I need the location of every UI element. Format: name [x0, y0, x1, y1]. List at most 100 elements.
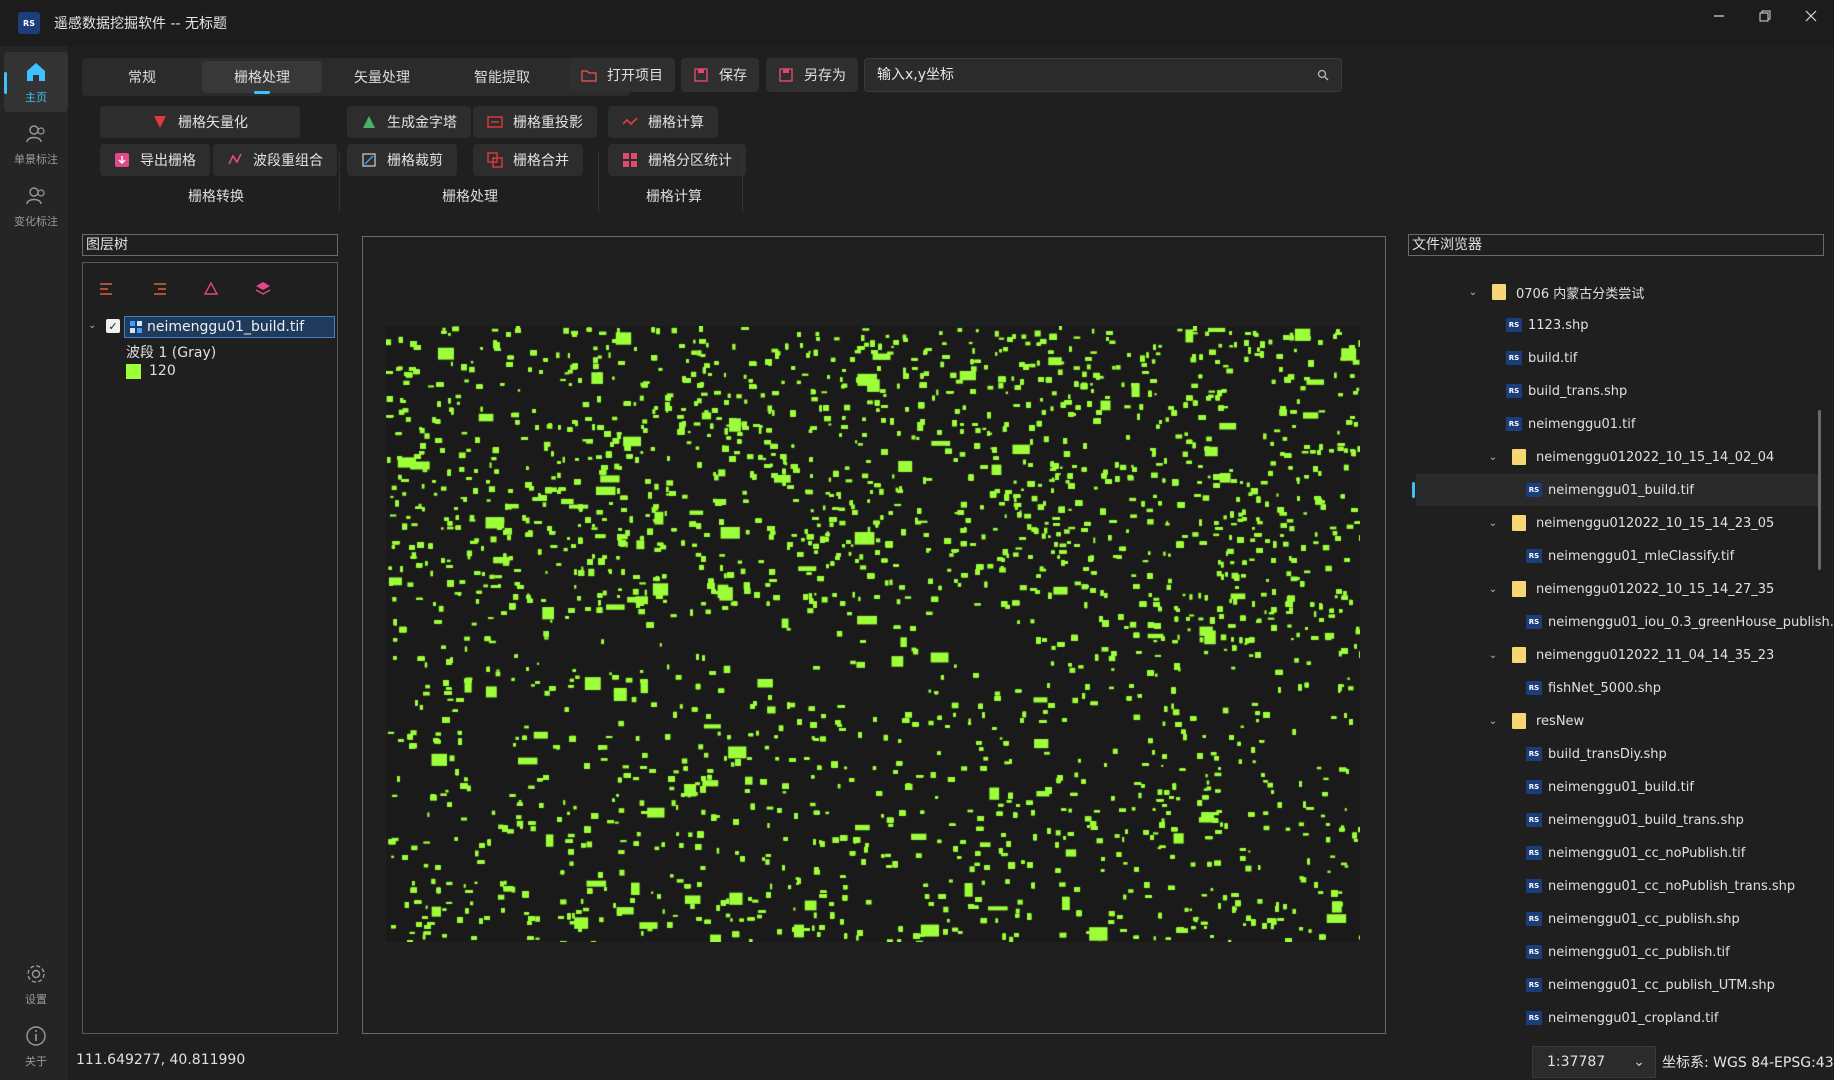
search-icon[interactable] — [1317, 69, 1329, 81]
save-as-button[interactable]: 另存为 — [766, 58, 858, 92]
rs-file-icon: RS — [1526, 912, 1542, 926]
minimize-icon — [1714, 15, 1724, 17]
tab-raster[interactable]: 栅格处理 — [202, 61, 322, 94]
file-name: 0706 内蒙古分类尝试 — [1516, 286, 1645, 302]
raster-vectorize-button[interactable]: 栅格矢量化 — [100, 106, 300, 138]
ribbon: 常规 栅格处理 矢量处理 智能提取 打开项目 保存 另存为 栅格矢量化 导出栅格… — [68, 46, 1834, 216]
file-item[interactable]: RS neimenggu01_cc_publish_UTM.shp — [1526, 969, 1775, 1001]
rs-file-icon: RS — [1526, 846, 1542, 860]
rs-file-icon: RS — [1526, 483, 1542, 497]
file-item[interactable]: RS neimenggu01_iou_0.3_greenHouse_publish… — [1526, 606, 1834, 638]
band-icon — [228, 153, 242, 165]
pyramid-button[interactable]: 生成金字塔 — [347, 106, 471, 138]
nav-home[interactable]: 主页 — [4, 52, 68, 112]
nav-single-annotation[interactable]: 单景标注 — [4, 114, 68, 174]
folder-item[interactable]: ⌄ resNew — [1486, 705, 1584, 737]
chevron-down-icon[interactable]: ⌄ — [1466, 287, 1480, 298]
folder-item[interactable]: ⌄ neimenggu012022_11_04_14_35_23 — [1486, 639, 1774, 671]
file-item[interactable]: RS neimenggu01_build.tif — [1416, 474, 1818, 506]
chevron-down-icon[interactable]: ⌄ — [1486, 716, 1500, 727]
file-item[interactable]: RS neimenggu01_mleClassify.tif — [1526, 540, 1734, 572]
rs-file-icon: RS — [1526, 945, 1542, 959]
file-name: neimenggu01_cc_noPublish.tif — [1548, 845, 1746, 861]
layers-icon[interactable] — [254, 280, 272, 298]
file-item[interactable]: RS neimenggu01_cc_publish.shp — [1526, 903, 1740, 935]
file-item[interactable]: RS neimenggu01_cropland.tif — [1526, 1002, 1718, 1034]
nav-home-label: 主页 — [25, 91, 47, 104]
file-item[interactable]: RS neimenggu01_cc_noPublish_trans.shp — [1526, 870, 1795, 902]
file-item[interactable]: RS neimenggu01_cc_noPublish.tif — [1526, 837, 1745, 869]
nav-change-annotation[interactable]: 变化标注 — [4, 176, 68, 236]
folder-item[interactable]: ⌄ neimenggu012022_10_15_14_02_04 — [1486, 441, 1774, 473]
nav-settings[interactable]: 设置 — [4, 954, 68, 1014]
scale-select[interactable]: 1:37787 ⌄ — [1532, 1046, 1656, 1078]
raster-calc-button[interactable]: 栅格计算 — [608, 106, 718, 138]
selection-indicator — [1412, 482, 1415, 498]
raster-map-canvas[interactable] — [386, 326, 1360, 942]
band-recombine-button[interactable]: 波段重组合 — [213, 144, 337, 176]
restore-button[interactable] — [1742, 0, 1788, 32]
clip-button[interactable]: 栅格裁剪 — [347, 144, 457, 176]
open-project-button[interactable]: 打开项目 — [569, 58, 675, 92]
collapse-all-icon[interactable] — [150, 280, 168, 298]
rs-file-icon: RS — [1506, 351, 1522, 365]
tab-general[interactable]: 常规 — [82, 58, 202, 96]
tab-vector[interactable]: 矢量处理 — [322, 58, 442, 96]
chevron-down-icon[interactable]: ⌄ — [1486, 518, 1500, 529]
file-item[interactable]: RS build.tif — [1506, 342, 1577, 374]
file-item[interactable]: RS neimenggu01_build_trans.shp — [1526, 804, 1744, 836]
file-item[interactable]: RS neimenggu01.tif — [1506, 408, 1635, 440]
folder-open-icon — [581, 70, 597, 82]
home-icon — [23, 59, 49, 85]
group-divider — [742, 152, 743, 212]
tab-smart-extract[interactable]: 智能提取 — [442, 58, 562, 96]
file-item[interactable]: RS neimenggu01_build.tif — [1526, 771, 1694, 803]
remove-layer-icon[interactable] — [202, 280, 220, 298]
file-browser-scrollbar[interactable] — [1818, 410, 1821, 570]
file-name: neimenggu01_cc_noPublish_trans.shp — [1548, 878, 1796, 894]
nav-about[interactable]: 关于 — [4, 1016, 68, 1076]
file-item[interactable]: RS build_transDiy.shp — [1526, 738, 1667, 770]
app-logo-icon: RS — [18, 12, 40, 34]
folder-icon — [1512, 515, 1526, 531]
chevron-down-icon[interactable]: ⌄ — [1486, 650, 1500, 661]
folder-icon — [1512, 647, 1526, 663]
merge-icon — [487, 152, 503, 168]
file-item[interactable]: RS 1123.shp — [1506, 309, 1588, 341]
layer-tree-panel — [82, 262, 338, 1034]
close-button[interactable] — [1788, 0, 1834, 32]
merge-button[interactable]: 栅格合并 — [473, 144, 583, 176]
chevron-down-icon[interactable]: ⌄ — [1486, 452, 1500, 463]
zonal-stats-button[interactable]: 栅格分区统计 — [608, 144, 746, 176]
layer-tree-header: 图层树 — [82, 234, 338, 256]
file-name: build_trans.shp — [1528, 383, 1628, 399]
file-item[interactable]: RS fishNet_5000.shp — [1526, 672, 1661, 704]
window-controls — [1696, 0, 1834, 32]
folder-item[interactable]: ⌄ 0706 内蒙古分类尝试 — [1466, 276, 1644, 308]
save-as-label: 另存为 — [804, 68, 846, 84]
file-item[interactable]: RS neimenggu01_cc_publish.tif — [1526, 936, 1730, 968]
file-item[interactable]: RS build_trans.shp — [1506, 375, 1627, 407]
save-icon — [694, 68, 708, 82]
folder-item[interactable]: ⌄ neimenggu012022_10_15_14_23_05 — [1486, 507, 1774, 539]
reproject-button[interactable]: 栅格重投影 — [473, 106, 597, 138]
coordinate-input[interactable] — [877, 67, 1317, 83]
chevron-down-icon[interactable]: ⌄ — [1486, 584, 1500, 595]
layer-name: neimenggu01_build.tif — [147, 319, 305, 335]
rs-file-icon: RS — [1526, 813, 1542, 827]
layer-visibility-checkbox[interactable]: ✓ — [106, 319, 120, 333]
export-raster-button[interactable]: 导出栅格 — [100, 144, 210, 176]
layer-item-selected[interactable]: neimenggu01_build.tif — [124, 316, 335, 338]
coordinate-system: 坐标系: WGS 84-EPSG:4326 — [1662, 1055, 1834, 1071]
nav-change-label: 变化标注 — [14, 215, 58, 228]
save-label: 保存 — [719, 68, 747, 84]
expand-all-icon[interactable] — [98, 280, 116, 298]
rs-file-icon: RS — [1526, 1011, 1542, 1025]
title-bar: RS 遥感数据挖掘软件 -- 无标题 — [0, 0, 1834, 46]
rs-file-icon: RS — [1526, 879, 1542, 893]
folder-item[interactable]: ⌄ neimenggu012022_10_15_14_27_35 — [1486, 573, 1774, 605]
expand-chevron-icon[interactable]: ⌄ — [88, 320, 96, 331]
merge-label: 栅格合并 — [513, 153, 569, 169]
save-button[interactable]: 保存 — [681, 58, 759, 92]
minimize-button[interactable] — [1696, 0, 1742, 32]
